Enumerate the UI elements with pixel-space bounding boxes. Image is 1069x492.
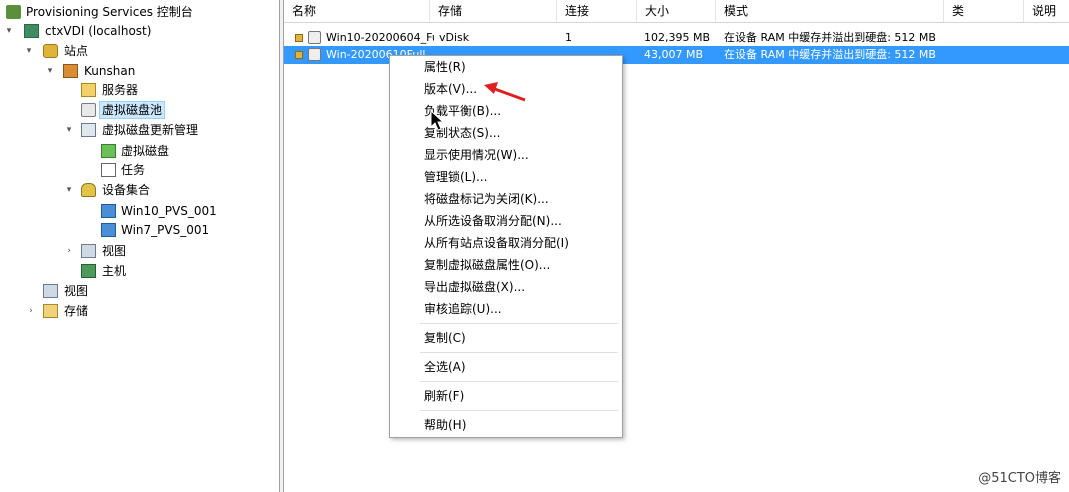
mouse-cursor-icon: [430, 109, 445, 131]
watermark: @51CTO博客: [978, 471, 1061, 486]
